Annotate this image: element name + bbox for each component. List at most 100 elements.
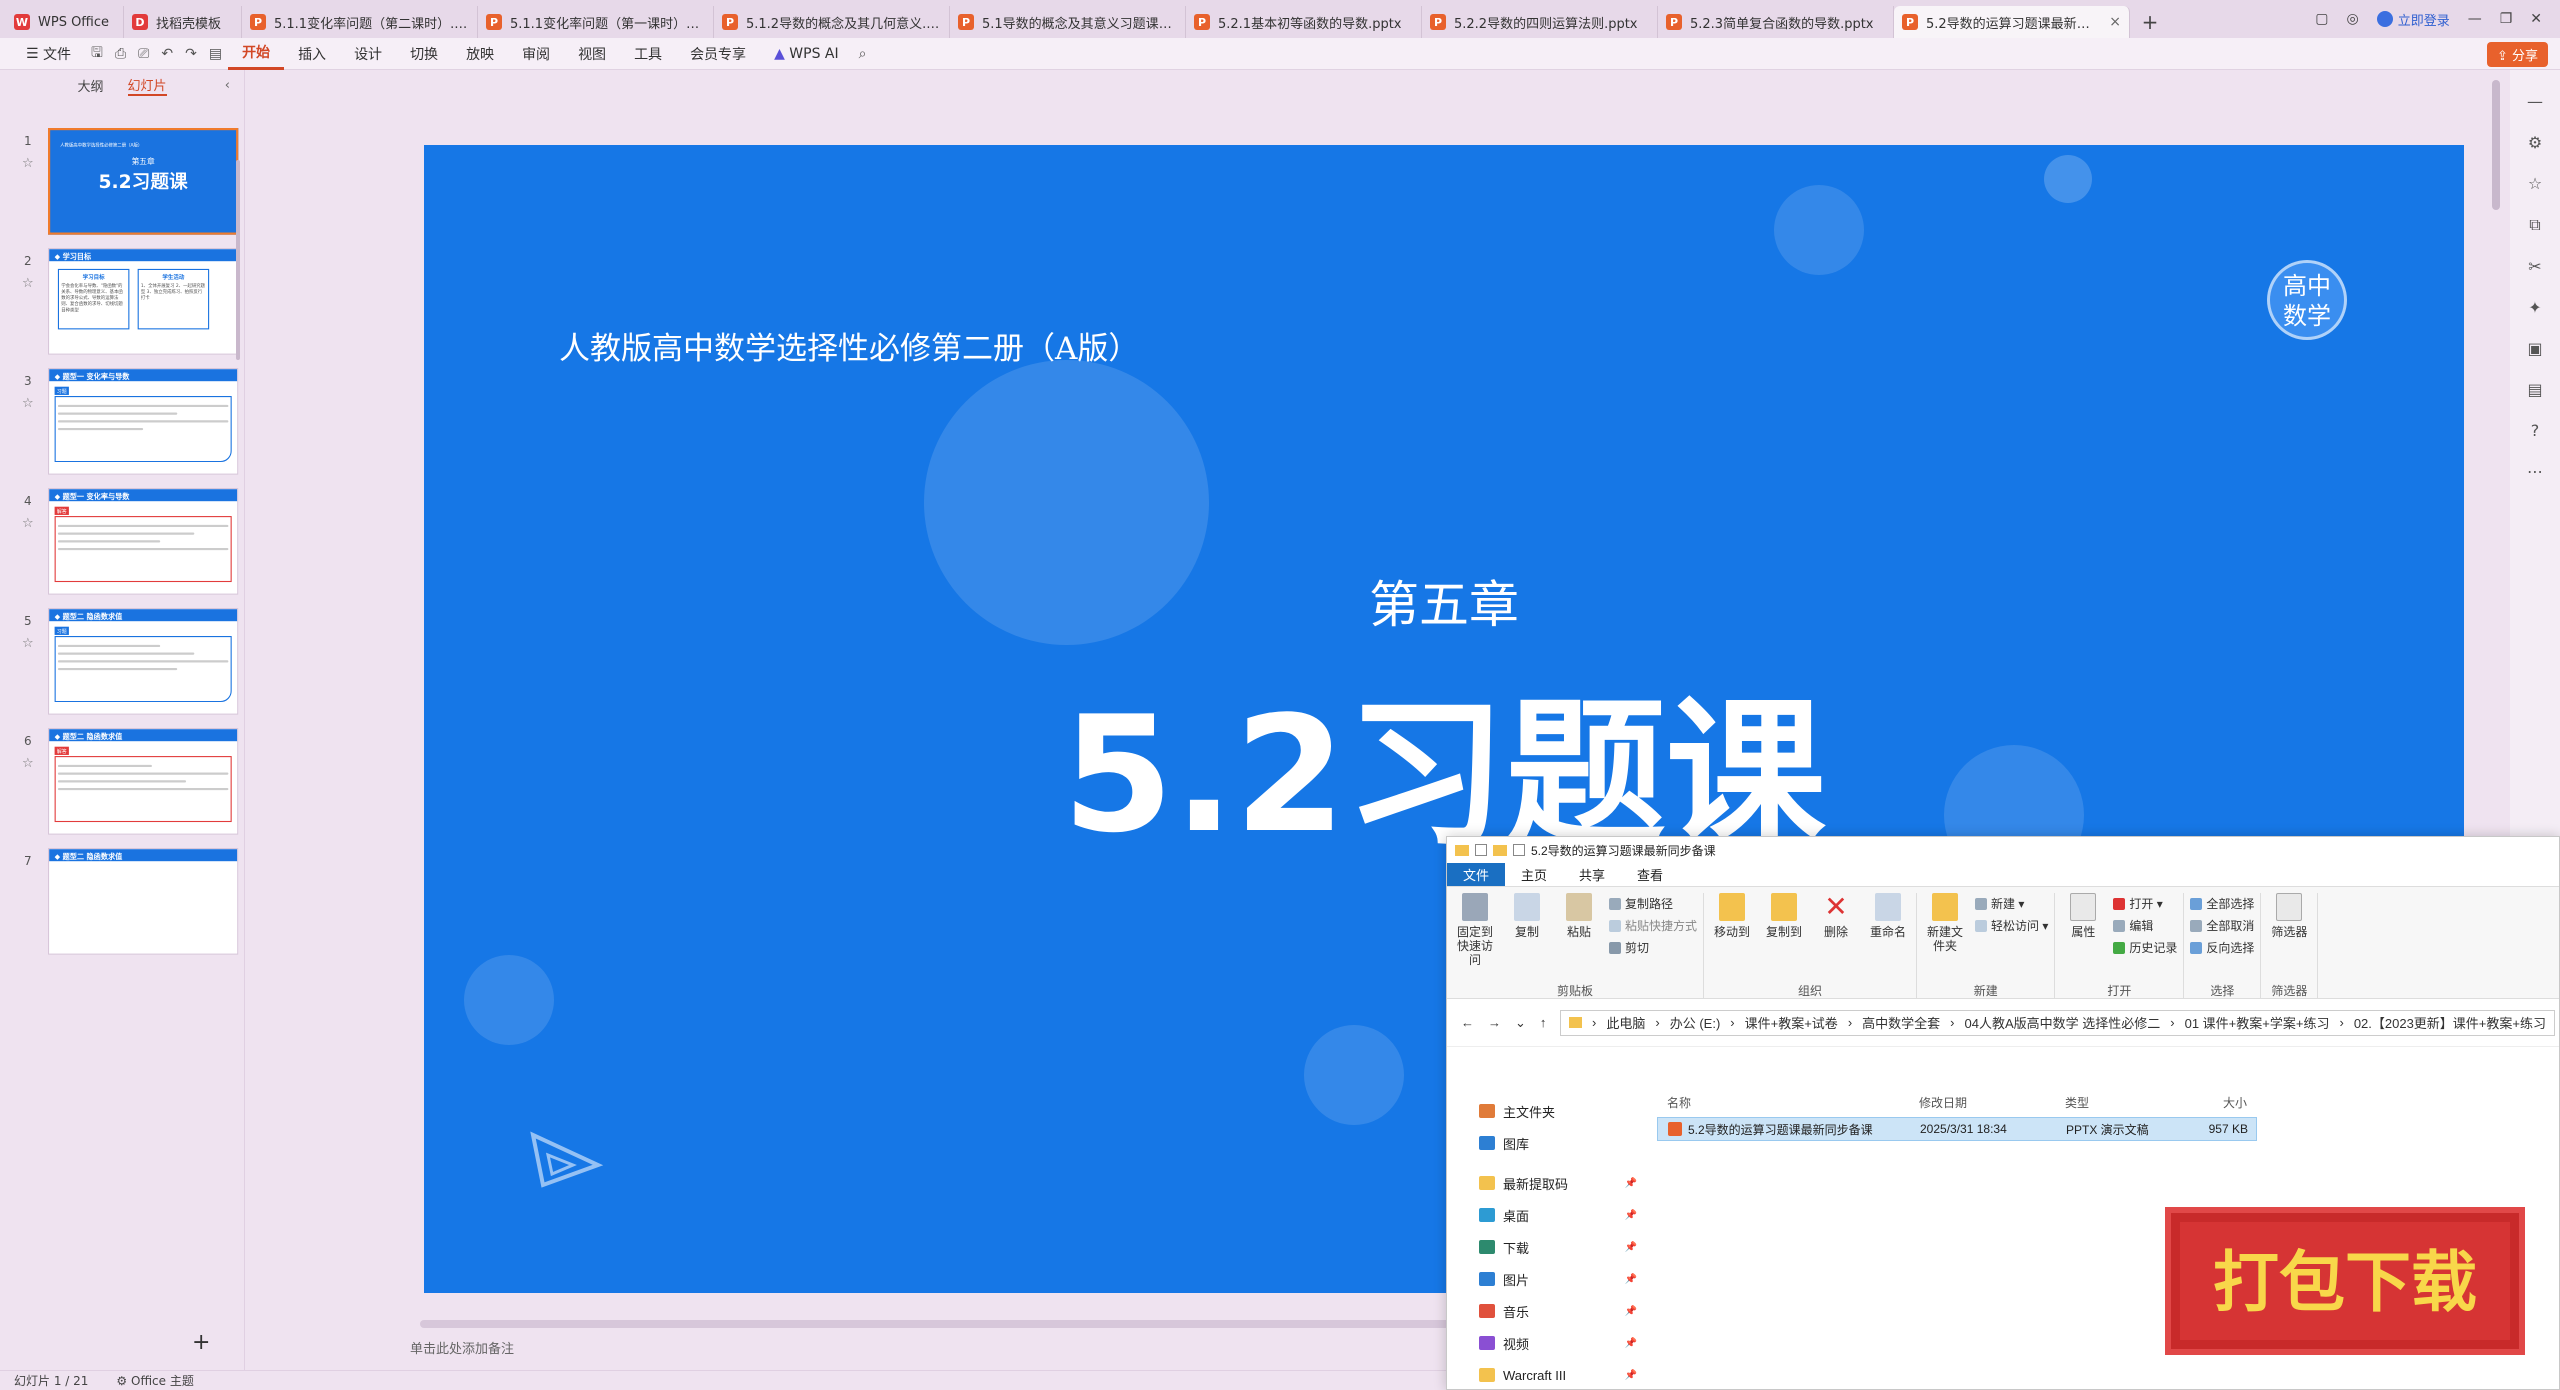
copy-icon[interactable]: ⧉ [2529,215,2540,235]
nav-gallery[interactable]: 图库 [1447,1127,1647,1159]
rename-button[interactable]: 重命名 [1866,893,1910,982]
magic-icon[interactable]: ✦ [2528,298,2541,317]
tab-document[interactable]: P 5.2.3简单复合函数的导数.pptx [1658,6,1894,38]
breadcrumb-segment[interactable]: 04人教A版高中数学 选择性必修二 [1965,1013,2161,1032]
paste-button[interactable]: 粘贴 [1557,893,1601,982]
minimize-icon[interactable]: — [2468,11,2482,27]
explorer-tab-view[interactable]: 查看 [1621,863,1679,886]
search-icon[interactable]: ⌕ [853,38,873,70]
undo-icon[interactable]: ↶ [155,38,179,70]
tab-document[interactable]: P 5.1.2导数的概念及其几何意义.pptx [714,6,950,38]
copy-path-button[interactable]: 复制路径 [1609,895,1697,912]
column-size[interactable]: 大小 [2175,1094,2255,1111]
ribbon-tab-slideshow[interactable]: 放映 [452,38,508,70]
close-window-icon[interactable]: ✕ [2530,11,2542,27]
breadcrumb-segment[interactable]: 01 课件+教案+学案+练习 [2185,1013,2330,1032]
slide-thumbnail[interactable]: ◆ 题型二 隐函数求值 习题 [48,608,239,715]
up-icon[interactable]: ↑ [1540,1015,1547,1030]
more-icon[interactable]: ⋯ [2527,462,2543,481]
edit-button[interactable]: 编辑 [2113,917,2177,934]
nav-downloads[interactable]: 下载 📌 [1447,1231,1647,1263]
ribbon-tab-member[interactable]: 会员专享 [676,38,760,70]
star-icon[interactable]: ☆ [22,516,34,531]
tools-icon[interactable]: ✂ [2528,257,2541,276]
login-button[interactable]: 立即登录 [2376,10,2450,29]
print-icon[interactable]: ⎚ [132,38,155,70]
share-button[interactable]: ⇪ 分享 [2486,42,2548,67]
new-tab-button[interactable]: + [2130,6,2170,38]
star-icon[interactable]: ☆ [22,636,34,651]
star-icon[interactable]: ☆ [2528,174,2542,193]
column-date[interactable]: 修改日期 [1911,1094,2057,1111]
back-icon[interactable]: ← [1461,1015,1474,1030]
menu-file[interactable]: ☰ 文件 [12,38,85,70]
filter-button[interactable]: 筛选器 [2267,893,2311,982]
help-icon[interactable]: ? [2531,421,2540,440]
ribbon-tab-insert[interactable]: 插入 [284,38,340,70]
new-folder-quick-icon[interactable] [1493,844,1507,856]
tab-slides[interactable]: 幻灯片 [127,75,167,96]
theme-name[interactable]: ⚙ Office 主题 [116,1372,193,1389]
breadcrumb-segment[interactable]: 02.【2023更新】课件+教案+练习 [2354,1013,2546,1032]
tab-document[interactable]: P5.1.1变化率问题（第一课时）（课件... [478,6,714,38]
breadcrumb-segment[interactable]: 办公 (E:) [1670,1013,1721,1032]
wps-ai-button[interactable]: ▲ WPS AI [760,38,853,70]
slide-thumbnail[interactable]: ◆ 题型一 变化率与导数 解答 [48,488,239,595]
tab-document[interactable]: P 5.2.1基本初等函数的导数.pptx [1186,6,1422,38]
delete-button[interactable]: ✕ 删除 [1814,893,1858,982]
ribbon-tab-view[interactable]: 视图 [564,38,620,70]
collapse-panel-icon[interactable]: ‹ [225,78,230,93]
select-none-button[interactable]: 全部取消 [2190,917,2254,934]
history-button[interactable]: 历史记录 [2113,939,2177,956]
slide-thumbnail[interactable]: ◆ 题型一 变化率与导数 习题 [48,368,239,475]
nav-folder[interactable]: Warcraft III 📌 [1447,1359,1647,1390]
move-to-button[interactable]: 移动到 [1710,893,1754,982]
nav-videos[interactable]: 视频 📌 [1447,1327,1647,1359]
tab-document[interactable]: P5.1导数的概念及其意义习题课最新同... [950,6,1186,38]
format-painter-icon[interactable]: ▤ [203,38,228,70]
tab-docer[interactable]: D 找稻壳模板 [124,6,242,38]
explorer-tab-file[interactable]: 文件 [1447,863,1506,886]
cut-button[interactable]: 剪切 [1609,939,1697,956]
nav-pictures[interactable]: 图片 📌 [1447,1263,1647,1295]
star-icon[interactable]: ☆ [22,156,34,171]
slide-thumbnail[interactable]: ◆ 学习目标 学习目标 学会会化率与导数、"隐函数"的关系、导数的物理意义、基本函… [48,248,239,355]
open-button[interactable]: 打开 ▾ [2113,895,2177,912]
nav-home[interactable]: 主文件夹 [1447,1095,1647,1127]
explorer-tab-home[interactable]: 主页 [1505,863,1563,886]
redo-icon[interactable]: ↷ [179,38,203,70]
restore-icon[interactable]: ❐ [2500,11,2513,27]
new-item-button[interactable]: 新建 ▾ [1975,895,2048,912]
slide-thumbnail[interactable]: ◆ 题型二 隐函数求值 解答 [48,728,239,835]
image-icon[interactable]: ▣ [2527,339,2542,358]
easy-access-button[interactable]: 轻松访问 ▾ [1975,917,2048,934]
ribbon-tab-review[interactable]: 审阅 [508,38,564,70]
notes-field[interactable]: 单击此处添加备注 [410,1338,514,1357]
new-folder-button[interactable]: 新建文件夹 [1923,893,1967,982]
tab-document[interactable]: P 5.1.1变化率问题（第二课时）.pptx [242,6,478,38]
copy-to-button[interactable]: 复制到 [1762,893,1806,982]
tab-document-active[interactable]: P 5.2导数的运算习题课最新同... × [1894,6,2130,38]
forward-icon[interactable]: → [1488,1015,1501,1030]
layout-icon[interactable]: ▢ [2315,11,2328,27]
panel-scrollbar[interactable] [236,160,240,360]
star-icon[interactable]: ☆ [22,756,34,771]
tab-document[interactable]: P 5.2.2导数的四则运算法则.pptx [1422,6,1658,38]
add-slide-button[interactable]: + [192,1330,210,1355]
star-icon[interactable]: ☆ [22,396,34,411]
star-icon[interactable]: ☆ [22,276,34,291]
slide-thumbnail[interactable]: ◆ 题型二 隐函数求值 [48,848,239,955]
ribbon-tab-tools[interactable]: 工具 [620,38,676,70]
save-icon[interactable]: 🖫 [85,38,109,70]
export-pdf-icon[interactable]: ⎙ [109,38,132,70]
ribbon-tab-home[interactable]: 开始 [228,38,285,70]
skin-icon[interactable]: ◎ [2346,11,2358,27]
slide-thumbnail[interactable]: 人教版高中数学选择性必修第二册（A版） 第五章 5.2习题课 [48,128,239,235]
canvas-scrollbar[interactable] [2492,80,2500,210]
customize-icon[interactable] [1513,844,1525,856]
tab-wps-office[interactable]: W WPS Office [6,6,124,38]
select-all-button[interactable]: 全部选择 [2190,895,2254,912]
close-icon[interactable]: × [2109,14,2121,30]
nav-desktop[interactable]: 桌面 📌 [1447,1199,1647,1231]
file-row[interactable]: 5.2导数的运算习题课最新同步备课 2025/3/31 18:34 PPTX 演… [1657,1117,2257,1141]
